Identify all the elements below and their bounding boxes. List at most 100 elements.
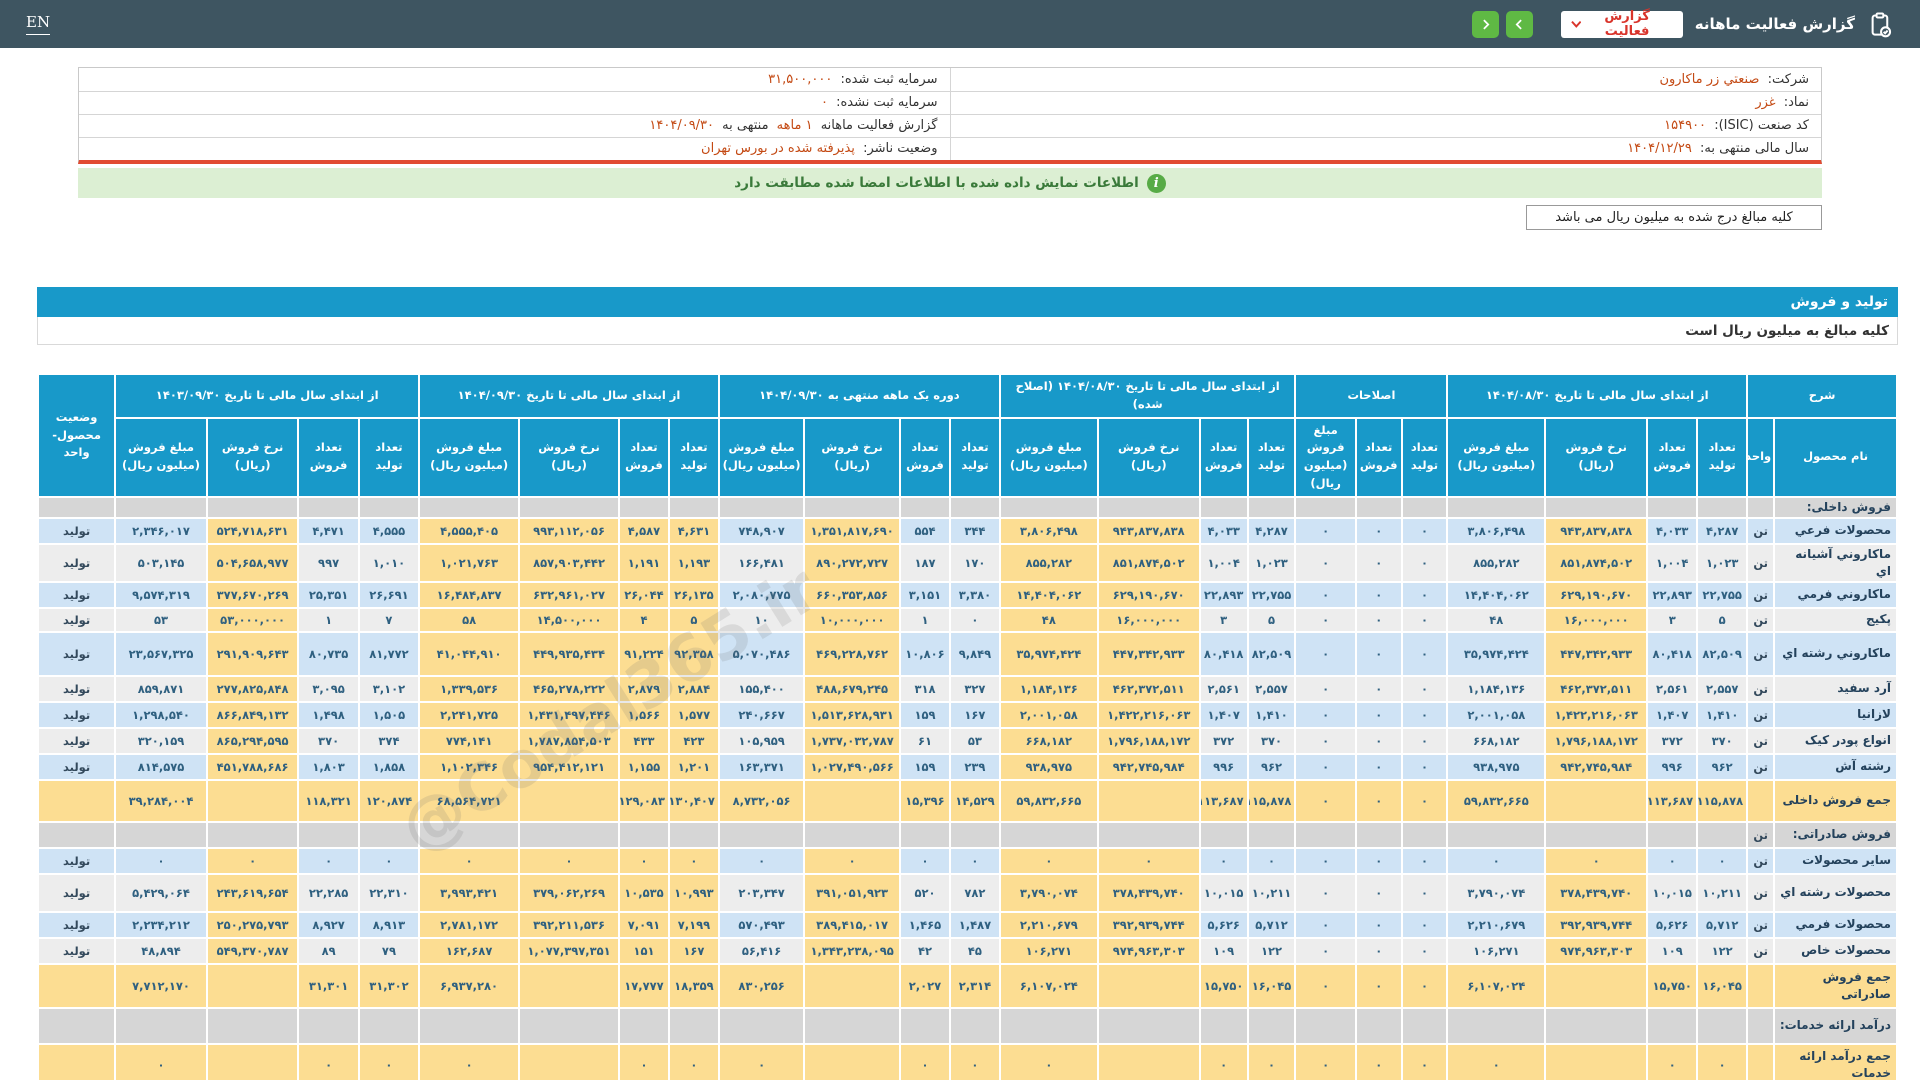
previous-report-button[interactable] [1505,10,1533,38]
report-period-date: ۱۴۰۴/۰۹/۳۰ [649,118,715,133]
value-cell [1544,820,1649,849]
value-cell: ۹۳۸,۹۷۵ [1446,752,1547,781]
value-cell: ۰ [1354,962,1403,1009]
column-sub-header: تعداد تولید [1400,416,1449,498]
column-group-header: اصلاحات [1294,373,1449,419]
value-cell: ۱,۴۲۲,۲۱۶,۰۶۳ [1544,700,1649,729]
value-cell: ۱۰,۸۰۶ [899,630,951,677]
unit-cell [1746,495,1776,519]
value-cell: ۰ [357,1042,421,1080]
value-cell [1446,495,1547,519]
table-row: محصولات فرمي تن ۵,۷۱۲ ۵,۶۲۶ ۳۹۲,۹۳۹,۷۴۴ ۲,۲۱۰… [36,910,1898,939]
value-cell: ۰ [1400,1042,1449,1080]
clipboard-report-icon [1867,11,1894,38]
value-cell: ۰ [1354,630,1403,677]
value-cell [418,820,521,849]
column-sub-header: تعداد تولید [948,416,1001,498]
value-cell: ۳۵,۹۷۴,۴۲۴ [998,630,1099,677]
value-cell: ۸۵۱,۸۷۴,۵۰۲ [1096,542,1201,583]
value-cell [518,778,620,823]
value-cell: ۵,۶۲۶ [1646,910,1699,939]
value-cell: ۱,۵۱۳,۶۲۸,۹۳۱ [803,700,901,729]
value-cell: ۸۰,۴۱۸ [1646,630,1699,677]
value-cell: ۲,۵۵۷ [1696,674,1749,703]
value-cell: ۴۵۱,۷۸۸,۶۸۶ [205,752,300,781]
column-sub-header: تعداد فروش [899,416,951,498]
value-cell: ۸۰,۷۳۵ [297,630,360,677]
value-cell: ۳,۸۰۶,۴۹۸ [1446,516,1547,545]
table-row: ماکاروني فرمي تن ۲۲,۷۵۵ ۲۲,۸۹۳ ۶۲۹,۱۹۰,۶۷۰ ۱۴… [36,580,1898,609]
value-cell: ۰ [1354,580,1403,609]
value-cell: ۶,۱۰۷,۰۲۴ [1446,962,1547,1009]
value-cell: ۵,۰۷۰,۴۸۶ [717,630,806,677]
value-cell [205,495,300,519]
value-cell: ۱,۴۶۵ [899,910,951,939]
value-cell: ۰ [1294,1042,1357,1080]
value-cell: ۱,۱۸۴,۱۳۶ [1446,674,1547,703]
value-cell: ۱,۴۲۲,۲۱۶,۰۶۳ [1096,700,1201,729]
info-row: نماد: غزر سرمایه ثبت نشده: ۰ [79,90,1821,114]
value-cell [998,1006,1099,1045]
value-cell: ۳,۰۹۵ [297,674,360,703]
product-status-cell [36,495,117,519]
product-status-cell [36,778,117,823]
value-cell: ۰ [114,1042,208,1080]
value-cell: ۰ [1198,1042,1249,1080]
value-cell: ۰ [1198,846,1249,875]
column-sub-header: مبلغ فروش (میلیون ریال) [114,416,208,498]
fiscal-year-cell: سال مالی منتهی به: ۱۴۰۴/۱۲/۲۹ [949,136,1821,160]
value-cell: ۱,۴۳۱,۴۹۷,۴۴۶ [518,700,620,729]
value-cell: ۱,۳۴۳,۲۳۸,۰۹۵ [803,936,901,965]
value-cell: ۷۷۴,۱۴۱ [418,726,521,755]
product-name-cell: ماکاروني رشته اي [1773,630,1898,677]
value-cell: ۰ [1294,700,1357,729]
isic-value: ۱۵۴۹۰۰ [1664,118,1707,133]
value-cell [518,495,620,519]
value-cell: ۱۷,۷۷۷ [617,962,670,1009]
language-switch-link[interactable]: EN [26,13,51,35]
product-status-cell: تولید [36,580,117,609]
value-cell [205,962,300,1009]
report-period-pre: گزارش فعالیت ماهانه [820,118,938,133]
report-type-dropdown[interactable]: گزارش فعالیت [1560,9,1683,39]
value-cell: ۱,۷۳۷,۰۳۲,۷۸۷ [803,726,901,755]
value-cell: ۱,۰۲۳ [1696,542,1749,583]
info-row: سال مالی منتهی به: ۱۴۰۴/۱۲/۲۹ وضعیت ناشر… [79,136,1821,160]
value-cell [1646,495,1699,519]
value-cell: ۸,۷۳۲,۰۵۶ [717,778,806,823]
value-cell: ۲,۵۵۷ [1246,674,1297,703]
value-cell: ۱۰,۰۱۵ [1646,872,1699,913]
value-cell [1096,778,1201,823]
value-cell: ۸۹۰,۲۷۲,۷۲۷ [803,542,901,583]
value-cell: ۰ [1400,516,1449,545]
unit-cell [1746,1042,1776,1080]
value-cell: ۱۶,۰۴۵ [1696,962,1749,1009]
value-cell: ۴,۲۸۷ [1696,516,1749,545]
value-cell [297,1006,360,1045]
value-cell: ۸۲,۵۰۹ [1246,630,1297,677]
section-label-cell: درآمد ارائه خدمات: [1773,1006,1898,1045]
value-cell [948,1006,1001,1045]
value-cell: ۶۲۹,۱۹۰,۶۷۰ [1544,580,1649,609]
value-cell: ۳۹۲,۹۳۹,۷۴۴ [1096,910,1201,939]
value-cell: ۱,۰۰۴ [1646,542,1699,583]
value-cell: ۴۳۳ [617,726,670,755]
value-cell [1246,495,1297,519]
value-cell: ۹۹۶ [1198,752,1249,781]
next-report-button[interactable] [1471,10,1499,38]
value-cell: ۰ [1354,778,1403,823]
table-row: رشته آش تن ۹۶۲ ۹۹۶ ۹۴۲,۷۴۵,۹۸۴ ۹۳۸,۹۷۵ ۰ ۰ ۰ ۹۶۲ ۹… [36,752,1898,781]
column-sub-header: تعداد تولید [1696,416,1749,498]
value-cell: ۱,۴۹۸ [297,700,360,729]
value-cell: ۰ [1354,542,1403,583]
value-cell: ۱۰,۲۱۱ [1696,872,1749,913]
column-sub-header: تعداد فروش [1198,416,1249,498]
value-cell: ۰ [717,846,806,875]
unit-cell: تن [1746,700,1776,729]
value-cell: ۰ [1354,700,1403,729]
symbol-cell: نماد: غزر [949,90,1821,114]
value-cell: ۲۳۹ [948,752,1001,781]
value-cell [899,820,951,849]
product-status-cell: تولید [36,872,117,913]
value-cell: ۴,۵۵۵ [357,516,421,545]
